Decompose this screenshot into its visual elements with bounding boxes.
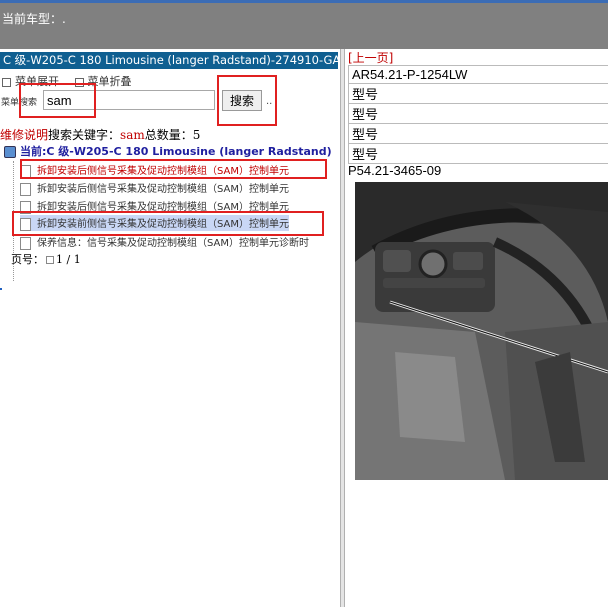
annotation-box-item-1 xyxy=(20,159,327,179)
pagination: 页号： 1 / 1 xyxy=(11,251,81,267)
link-dot xyxy=(0,288,2,290)
dashboard-photo-illustration xyxy=(355,182,608,480)
annotation-box-search-button xyxy=(217,75,277,126)
tree-item-label: 保养信息：信号采集及促动控制模组（SAM）控制单元诊断时 xyxy=(37,238,310,249)
annotation-box-search-input xyxy=(19,83,96,118)
document-icon xyxy=(20,182,31,196)
top-bar: 当前车型：. xyxy=(0,3,608,49)
computer-icon xyxy=(4,146,16,158)
dashboard-photo xyxy=(355,182,608,480)
keyword-label: 搜索关键字： xyxy=(48,128,121,142)
page-label: 页号： xyxy=(11,253,44,266)
expand-icon xyxy=(2,77,11,87)
model-row-cell: 型号 xyxy=(348,123,608,144)
left-pane: C 级-W205-C 180 Limousine (langer Radstan… xyxy=(0,49,340,607)
current-model-label: 当前车型：. xyxy=(2,12,66,26)
model-title-bar: C 级-W205-C 180 Limousine (langer Radstan… xyxy=(0,52,338,69)
prev-page-link[interactable]: [上一页] xyxy=(348,49,393,66)
document-icon xyxy=(20,236,31,250)
count-label: 总数量： xyxy=(144,128,193,142)
doc-code-cell: AR54.21-P-1254LW xyxy=(348,65,608,84)
search-result-summary: 维修说明搜索关键字：sam总数量：5 xyxy=(0,126,200,143)
current-model-node-label: 当前:C 级-W205-C 180 Limousine (langer Rads… xyxy=(20,145,332,158)
model-row-cell: 型号 xyxy=(348,103,608,124)
current-model-node[interactable]: 当前:C 级-W205-C 180 Limousine (langer Rads… xyxy=(4,143,332,159)
annotation-box-item-4 xyxy=(12,211,324,236)
figure-code: P54.21-3465-09 xyxy=(348,163,442,178)
model-row-cell: 型号 xyxy=(348,143,608,164)
model-row-cell: 型号 xyxy=(348,83,608,104)
page-value: 1 / 1 xyxy=(56,253,81,266)
count-value: 5 xyxy=(192,128,201,142)
right-pane: [上一页] AR54.21-P-1254LW 型号 型号 型号 型号 P54.2… xyxy=(345,49,608,607)
page-checkbox-icon xyxy=(46,256,54,264)
tree-item-5[interactable]: 保养信息：信号采集及促动控制模组（SAM）控制单元诊断时 xyxy=(20,234,309,250)
tree-item-2[interactable]: 拆卸安装后侧信号采集及促动控制模组（SAM）控制单元 xyxy=(20,180,289,196)
document-info-table: AR54.21-P-1254LW 型号 型号 型号 型号 xyxy=(348,65,608,164)
tree-item-label: 拆卸安装后侧信号采集及促动控制模组（SAM）控制单元 xyxy=(37,184,290,195)
repair-info-label: 维修说明 xyxy=(0,128,49,142)
keyword-value: sam xyxy=(120,128,145,142)
